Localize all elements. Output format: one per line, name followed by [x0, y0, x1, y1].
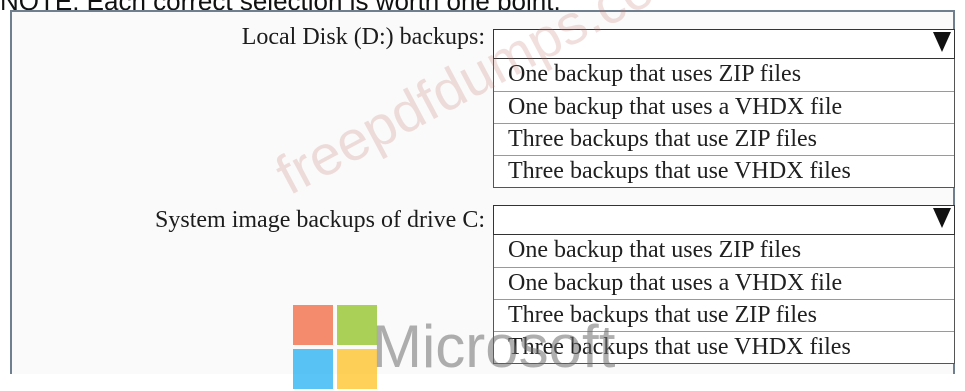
question-label-system-image-c: System image backups of drive C:	[155, 207, 485, 233]
option-item[interactable]: One backup that uses a VHDX file	[494, 267, 954, 299]
option-item[interactable]: Three backups that use VHDX files	[494, 155, 954, 187]
option-item[interactable]: Three backups that use VHDX files	[494, 331, 954, 363]
option-item[interactable]: One backup that uses ZIP files	[494, 235, 954, 267]
option-item[interactable]: Three backups that use ZIP files	[494, 123, 954, 155]
dropdown-arrow-icon[interactable]	[933, 208, 951, 228]
options-list: One backup that uses ZIP files One backu…	[493, 59, 955, 188]
local-disk-d-backups-dropdown[interactable]: One backup that uses ZIP files One backu…	[493, 29, 955, 188]
options-list: One backup that uses ZIP files One backu…	[493, 235, 955, 364]
system-image-c-backups-dropdown[interactable]: One backup that uses ZIP files One backu…	[493, 205, 955, 364]
question-label-local-disk-d: Local Disk (D:) backups:	[241, 24, 485, 50]
system-image-c-select-box[interactable]	[493, 205, 955, 235]
dropdown-arrow-icon[interactable]	[933, 32, 951, 52]
option-item[interactable]: One backup that uses ZIP files	[494, 59, 954, 91]
option-item[interactable]: Three backups that use ZIP files	[494, 299, 954, 331]
local-disk-d-select-box[interactable]	[493, 29, 955, 59]
option-item[interactable]: One backup that uses a VHDX file	[494, 91, 954, 123]
